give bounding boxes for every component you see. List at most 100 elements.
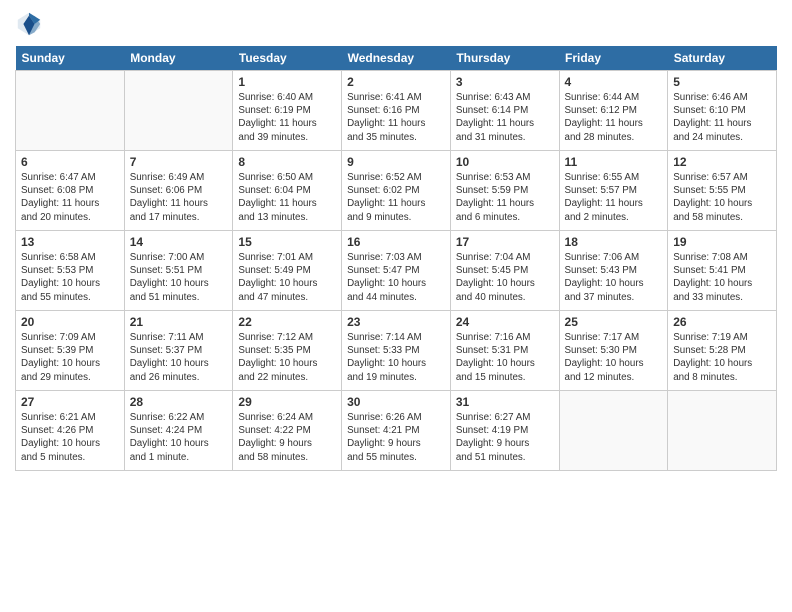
calendar-week-row: 1 Sunrise: 6:40 AM Sunset: 6:19 PM Daylig… — [16, 71, 777, 151]
weekday-header-thursday: Thursday — [450, 46, 559, 71]
day-number: 31 — [456, 395, 554, 409]
calendar-cell: 1 Sunrise: 6:40 AM Sunset: 6:19 PM Daylig… — [233, 71, 342, 151]
day-number: 13 — [21, 235, 119, 249]
calendar-cell: 12 Sunrise: 6:57 AM Sunset: 5:55 PM Dayli… — [668, 151, 777, 231]
calendar-cell: 15Sunrise: 7:01 AM Sunset: 5:49 PM Dayli… — [233, 231, 342, 311]
day-detail: Sunrise: 6:57 AM Sunset: 5:55 PM Dayligh… — [673, 171, 771, 224]
day-detail: Sunrise: 6:40 AM Sunset: 6:19 PM Dayligh… — [238, 91, 336, 144]
calendar-cell: 28Sunrise: 6:22 AM Sunset: 4:24 PM Dayli… — [124, 391, 233, 471]
day-number: 11 — [565, 155, 663, 169]
day-number: 8 — [238, 155, 336, 169]
calendar-cell: 9 Sunrise: 6:52 AM Sunset: 6:02 PM Daylig… — [342, 151, 451, 231]
day-detail: Sunrise: 7:08 AM Sunset: 5:41 PM Dayligh… — [673, 251, 771, 304]
calendar-week-row: 6 Sunrise: 6:47 AM Sunset: 6:08 PM Daylig… — [16, 151, 777, 231]
calendar-cell: 29Sunrise: 6:24 AM Sunset: 4:22 PM Dayli… — [233, 391, 342, 471]
day-number: 2 — [347, 75, 445, 89]
day-number: 24 — [456, 315, 554, 329]
calendar-cell: 4 Sunrise: 6:44 AM Sunset: 6:12 PM Daylig… — [559, 71, 668, 151]
calendar: SundayMondayTuesdayWednesdayThursdayFrid… — [15, 46, 777, 471]
calendar-cell: 3Sunrise: 6:43 AM Sunset: 6:14 PM Daylig… — [450, 71, 559, 151]
day-detail: Sunrise: 7:06 AM Sunset: 5:43 PM Dayligh… — [565, 251, 663, 304]
calendar-cell: 10 Sunrise: 6:53 AM Sunset: 5:59 PM Dayli… — [450, 151, 559, 231]
calendar-cell: 20Sunrise: 7:09 AM Sunset: 5:39 PM Dayli… — [16, 311, 125, 391]
calendar-cell: 30 Sunrise: 6:26 AM Sunset: 4:21 PM Dayli… — [342, 391, 451, 471]
calendar-cell: 26 Sunrise: 7:19 AM Sunset: 5:28 PM Dayli… — [668, 311, 777, 391]
day-number: 21 — [130, 315, 228, 329]
weekday-row: SundayMondayTuesdayWednesdayThursdayFrid… — [16, 46, 777, 71]
calendar-cell: 14 Sunrise: 7:00 AM Sunset: 5:51 PM Dayli… — [124, 231, 233, 311]
day-detail: Sunrise: 6:50 AM Sunset: 6:04 PM Dayligh… — [238, 171, 336, 224]
calendar-week-row: 13 Sunrise: 6:58 AM Sunset: 5:53 PM Dayli… — [16, 231, 777, 311]
calendar-cell: 24 Sunrise: 7:16 AM Sunset: 5:31 PM Dayli… — [450, 311, 559, 391]
day-detail: Sunrise: 7:04 AM Sunset: 5:45 PM Dayligh… — [456, 251, 554, 304]
calendar-cell — [16, 71, 125, 151]
weekday-header-friday: Friday — [559, 46, 668, 71]
day-detail: Sunrise: 6:44 AM Sunset: 6:12 PM Dayligh… — [565, 91, 663, 144]
day-number: 1 — [238, 75, 336, 89]
page: SundayMondayTuesdayWednesdayThursdayFrid… — [0, 0, 792, 612]
day-number: 23 — [347, 315, 445, 329]
day-number: 12 — [673, 155, 771, 169]
calendar-cell: 19 Sunrise: 7:08 AM Sunset: 5:41 PM Dayli… — [668, 231, 777, 311]
logo-icon — [15, 10, 43, 38]
day-detail: Sunrise: 6:22 AM Sunset: 4:24 PM Dayligh… — [130, 411, 228, 464]
day-detail: Sunrise: 6:24 AM Sunset: 4:22 PM Dayligh… — [238, 411, 336, 464]
weekday-header-sunday: Sunday — [16, 46, 125, 71]
day-detail: Sunrise: 6:55 AM Sunset: 5:57 PM Dayligh… — [565, 171, 663, 224]
weekday-header-monday: Monday — [124, 46, 233, 71]
day-detail: Sunrise: 6:58 AM Sunset: 5:53 PM Dayligh… — [21, 251, 119, 304]
calendar-cell — [668, 391, 777, 471]
day-detail: Sunrise: 7:00 AM Sunset: 5:51 PM Dayligh… — [130, 251, 228, 304]
day-number: 4 — [565, 75, 663, 89]
logo — [15, 10, 45, 38]
day-detail: Sunrise: 6:47 AM Sunset: 6:08 PM Dayligh… — [21, 171, 119, 224]
day-number: 3 — [456, 75, 554, 89]
day-detail: Sunrise: 6:26 AM Sunset: 4:21 PM Dayligh… — [347, 411, 445, 464]
day-detail: Sunrise: 6:46 AM Sunset: 6:10 PM Dayligh… — [673, 91, 771, 144]
calendar-cell: 21 Sunrise: 7:11 AM Sunset: 5:37 PM Dayli… — [124, 311, 233, 391]
day-number: 5 — [673, 75, 771, 89]
day-detail: Sunrise: 7:17 AM Sunset: 5:30 PM Dayligh… — [565, 331, 663, 384]
day-detail: Sunrise: 6:52 AM Sunset: 6:02 PM Dayligh… — [347, 171, 445, 224]
calendar-cell: 25 Sunrise: 7:17 AM Sunset: 5:30 PM Dayli… — [559, 311, 668, 391]
calendar-cell: 6 Sunrise: 6:47 AM Sunset: 6:08 PM Daylig… — [16, 151, 125, 231]
day-number: 22 — [238, 315, 336, 329]
day-detail: Sunrise: 7:01 AM Sunset: 5:49 PM Dayligh… — [238, 251, 336, 304]
day-number: 25 — [565, 315, 663, 329]
day-detail: Sunrise: 7:12 AM Sunset: 5:35 PM Dayligh… — [238, 331, 336, 384]
day-detail: Sunrise: 7:16 AM Sunset: 5:31 PM Dayligh… — [456, 331, 554, 384]
calendar-cell: 18 Sunrise: 7:06 AM Sunset: 5:43 PM Dayli… — [559, 231, 668, 311]
day-detail: Sunrise: 6:41 AM Sunset: 6:16 PM Dayligh… — [347, 91, 445, 144]
day-number: 30 — [347, 395, 445, 409]
day-detail: Sunrise: 6:27 AM Sunset: 4:19 PM Dayligh… — [456, 411, 554, 464]
calendar-cell: 7Sunrise: 6:49 AM Sunset: 6:06 PM Daylig… — [124, 151, 233, 231]
day-number: 26 — [673, 315, 771, 329]
calendar-cell: 5 Sunrise: 6:46 AM Sunset: 6:10 PM Daylig… — [668, 71, 777, 151]
calendar-body: 1 Sunrise: 6:40 AM Sunset: 6:19 PM Daylig… — [16, 71, 777, 471]
day-number: 19 — [673, 235, 771, 249]
day-detail: Sunrise: 7:19 AM Sunset: 5:28 PM Dayligh… — [673, 331, 771, 384]
day-number: 9 — [347, 155, 445, 169]
calendar-cell: 23 Sunrise: 7:14 AM Sunset: 5:33 PM Dayli… — [342, 311, 451, 391]
calendar-header: SundayMondayTuesdayWednesdayThursdayFrid… — [16, 46, 777, 71]
day-detail: Sunrise: 7:11 AM Sunset: 5:37 PM Dayligh… — [130, 331, 228, 384]
day-detail: Sunrise: 7:03 AM Sunset: 5:47 PM Dayligh… — [347, 251, 445, 304]
day-number: 10 — [456, 155, 554, 169]
day-detail: Sunrise: 7:14 AM Sunset: 5:33 PM Dayligh… — [347, 331, 445, 384]
calendar-cell: 8 Sunrise: 6:50 AM Sunset: 6:04 PM Daylig… — [233, 151, 342, 231]
calendar-cell: 2 Sunrise: 6:41 AM Sunset: 6:16 PM Daylig… — [342, 71, 451, 151]
day-number: 6 — [21, 155, 119, 169]
day-number: 20 — [21, 315, 119, 329]
day-number: 18 — [565, 235, 663, 249]
day-number: 27 — [21, 395, 119, 409]
calendar-cell: 13 Sunrise: 6:58 AM Sunset: 5:53 PM Dayli… — [16, 231, 125, 311]
day-detail: Sunrise: 6:53 AM Sunset: 5:59 PM Dayligh… — [456, 171, 554, 224]
calendar-cell: 31 Sunrise: 6:27 AM Sunset: 4:19 PM Dayli… — [450, 391, 559, 471]
header — [15, 10, 777, 38]
calendar-cell — [559, 391, 668, 471]
calendar-cell: 22 Sunrise: 7:12 AM Sunset: 5:35 PM Dayli… — [233, 311, 342, 391]
day-number: 14 — [130, 235, 228, 249]
day-number: 17 — [456, 235, 554, 249]
day-detail: Sunrise: 6:49 AM Sunset: 6:06 PM Dayligh… — [130, 171, 228, 224]
calendar-cell — [124, 71, 233, 151]
